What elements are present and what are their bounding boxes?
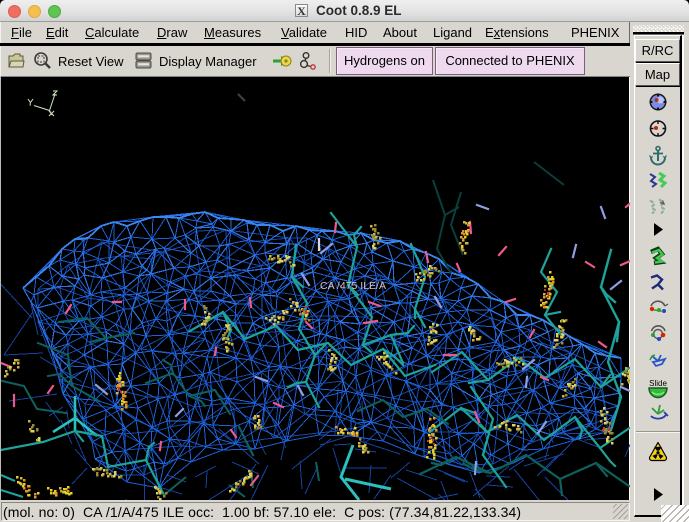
svg-text:Slide: Slide	[649, 379, 667, 388]
svg-text:CA /475 ILE/A: CA /475 ILE/A	[320, 280, 386, 292]
